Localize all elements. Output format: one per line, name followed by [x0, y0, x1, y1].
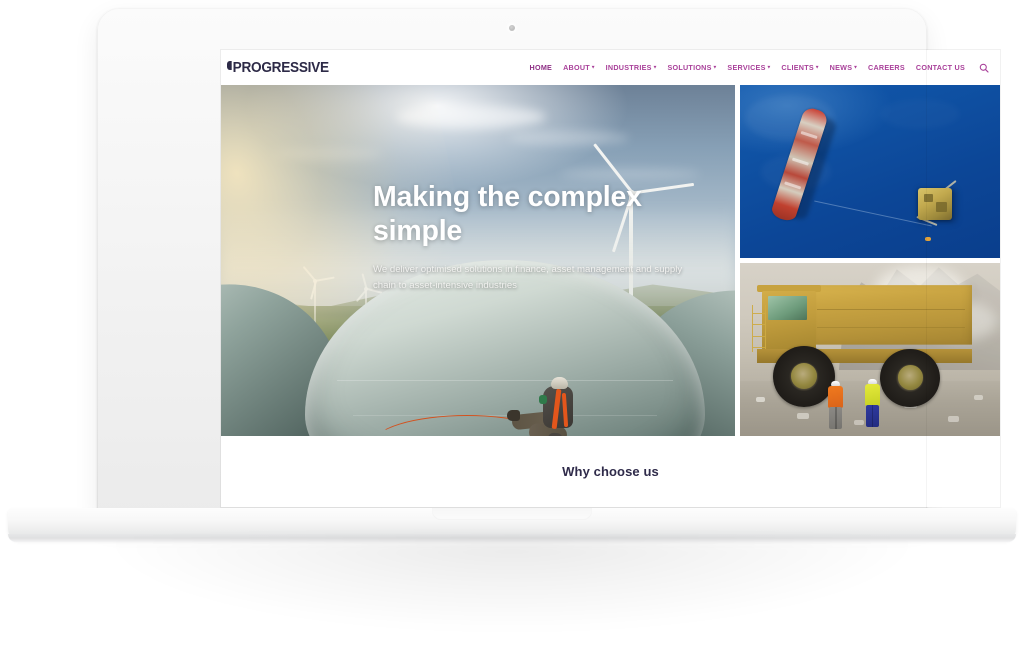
website-viewport: PROGRESSIVE HOME ABOUT ▾ INDUSTRIES ▾ SO… [221, 50, 1000, 507]
cloud [395, 106, 546, 129]
hero-subheading: We deliver optimised solutions in financ… [373, 263, 683, 292]
side-panel-offshore[interactable] [740, 85, 1000, 258]
wind-turbine-technician [507, 377, 593, 436]
nav-item-solutions[interactable]: SOLUTIONS ▾ [667, 63, 716, 72]
chevron-down-icon: ▾ [815, 64, 819, 71]
hero-grid: Making the complex simple We deliver opt… [221, 85, 1000, 436]
hero-text-block: Making the complex simple We deliver opt… [373, 181, 683, 295]
offshore-platform [912, 179, 958, 226]
hero-panel-wind-turbine[interactable]: Making the complex simple We deliver opt… [221, 85, 735, 436]
truck-ladder [752, 304, 766, 352]
side-panel-column [740, 85, 1000, 436]
mine-worker-orange-vest [826, 380, 846, 433]
hero-heading: Making the complex simple [373, 181, 642, 247]
nav-item-careers[interactable]: CAREERS [868, 63, 905, 72]
chevron-down-icon: ▾ [653, 64, 657, 71]
laptop-lid: PROGRESSIVE HOME ABOUT ▾ INDUSTRIES ▾ SO… [97, 8, 1000, 518]
mine-worker-yellow-vest [862, 378, 882, 433]
nav-label: ABOUT [563, 63, 590, 72]
truck-wheel-rear [880, 348, 940, 407]
chevron-down-icon: ▾ [713, 64, 717, 71]
laptop-screen: PROGRESSIVE HOME ABOUT ▾ INDUSTRIES ▾ SO… [221, 50, 1000, 507]
search-icon[interactable] [978, 62, 990, 74]
nav-label: SOLUTIONS [667, 63, 712, 72]
nav-label: HOME [529, 63, 553, 72]
brand-name: PROGRESSIVE [232, 59, 329, 76]
nav-item-news[interactable]: NEWS ▾ [830, 63, 857, 72]
nav-label: SERVICES [727, 63, 766, 72]
nav-item-industries[interactable]: INDUSTRIES ▾ [606, 63, 657, 72]
cab-window [768, 296, 808, 320]
cloud [508, 130, 629, 145]
nav-item-services[interactable]: SERVICES ▾ [727, 63, 770, 72]
laptop-drop-shadow [112, 540, 912, 630]
why-choose-us-title: Why choose us [562, 464, 659, 479]
nav-label: INDUSTRIES [605, 63, 652, 72]
nav-label: NEWS [829, 63, 853, 72]
nav-item-contact-us[interactable]: CONTACT US [916, 63, 965, 72]
chevron-down-icon: ▾ [767, 64, 771, 71]
nav-item-clients[interactable]: CLIENTS ▾ [781, 63, 818, 72]
main-navigation: HOME ABOUT ▾ INDUSTRIES ▾ SOLUTIONS ▾ SE… [530, 62, 990, 74]
chevron-down-icon: ▾ [591, 64, 595, 71]
nav-item-about[interactable]: ABOUT ▾ [563, 63, 595, 72]
laptop-mockup: PROGRESSIVE HOME ABOUT ▾ INDUSTRIES ▾ SO… [0, 0, 1024, 670]
nav-label: CONTACT US [915, 63, 965, 72]
flag-mark-icon [227, 61, 232, 70]
small-boat [924, 237, 931, 242]
webcam-icon [509, 25, 515, 31]
nav-item-home[interactable]: HOME [530, 63, 553, 72]
trackpad-notch [432, 508, 592, 520]
why-choose-us-section: Why choose us [221, 436, 1000, 507]
brand-logo[interactable]: PROGRESSIVE [227, 60, 329, 76]
side-panel-mining[interactable] [740, 263, 1000, 436]
water-sheen [880, 99, 960, 129]
site-header: PROGRESSIVE HOME ABOUT ▾ INDUSTRIES ▾ SO… [221, 50, 1000, 85]
truck-dump-bed [807, 285, 972, 345]
nav-label: CAREERS [868, 63, 905, 72]
nav-label: CLIENTS [781, 63, 814, 72]
chevron-down-icon: ▾ [854, 64, 857, 71]
